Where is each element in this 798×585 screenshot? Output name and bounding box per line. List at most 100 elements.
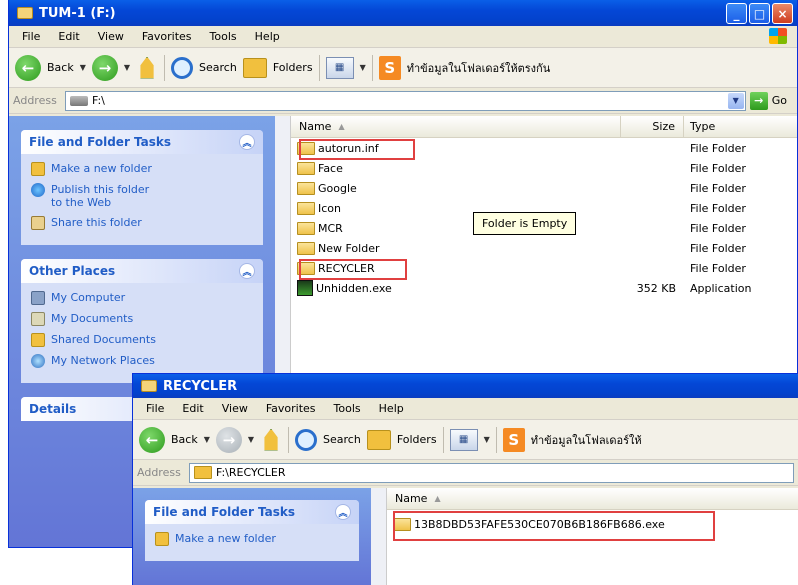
folder-empty-tooltip: Folder is Empty xyxy=(473,212,577,235)
separator xyxy=(442,426,444,453)
panel-header[interactable]: File and Folder Tasks ︽ xyxy=(21,130,263,154)
views-icon[interactable]: ▦ xyxy=(449,428,478,451)
views-dropdown-icon[interactable]: ▼ xyxy=(360,63,366,72)
other-places-panel: Other Places ︽ My Computer My Documents S… xyxy=(21,259,263,383)
folders-icon[interactable] xyxy=(366,429,391,450)
close-button[interactable]: × xyxy=(772,3,793,24)
task-make-new-folder[interactable]: Make a new folder xyxy=(31,162,255,176)
forward-dropdown-icon[interactable]: ▼ xyxy=(248,435,254,444)
menu-view[interactable]: View xyxy=(213,402,257,415)
menu-view[interactable]: View xyxy=(89,30,133,43)
file-name: New Folder xyxy=(318,241,380,255)
back-button[interactable]: Back xyxy=(47,61,74,74)
place-label: My Documents xyxy=(51,312,134,325)
sync-folder-button[interactable]: ทำข้อมูลในโฟลเดอร์ให้ตรงกัน xyxy=(407,59,551,77)
views-dropdown-icon[interactable]: ▼ xyxy=(484,435,490,444)
menu-help[interactable]: Help xyxy=(370,402,413,415)
task-publish-web[interactable]: Publish this folder to the Web xyxy=(31,183,255,209)
task-label: Publish this folder to the Web xyxy=(51,183,150,209)
task-label: Make a new folder xyxy=(175,532,276,545)
search-button[interactable]: Search xyxy=(199,61,237,74)
back-arrow-icon[interactable]: ← xyxy=(139,426,165,453)
column-name[interactable]: Name ▲ xyxy=(291,116,621,137)
place-my-network[interactable]: My Network Places xyxy=(31,354,255,368)
title-bar[interactable]: TUM-1 (F:) _ □ × xyxy=(9,0,797,26)
up-folder-icon[interactable] xyxy=(140,56,154,79)
folder-icon xyxy=(141,380,157,392)
title-bar[interactable]: RECYCLER xyxy=(133,374,798,398)
file-list: Name ▲ 13B8DBD53FAFE530CE070B6B186FB686.… xyxy=(387,488,798,585)
address-dropdown-icon[interactable]: ▼ xyxy=(727,92,744,109)
go-button[interactable]: Go xyxy=(772,94,787,107)
file-row[interactable]: RECYCLER File Folder xyxy=(291,258,797,278)
file-folder-tasks-panel: File and Folder Tasks ︽ Make a new folder xyxy=(145,500,359,561)
file-row[interactable]: Unhidden.exe 352 KB Application xyxy=(291,278,797,298)
folders-button[interactable]: Folders xyxy=(397,433,437,446)
column-size[interactable]: Size xyxy=(621,116,684,137)
address-field[interactable]: F:\ ▼ xyxy=(65,90,746,111)
back-dropdown-icon[interactable]: ▼ xyxy=(204,435,210,444)
new-folder-icon xyxy=(31,162,45,176)
menu-favorites[interactable]: Favorites xyxy=(257,402,325,415)
menu-edit[interactable]: Edit xyxy=(173,402,212,415)
column-headers: Name ▲ Size Type xyxy=(291,116,797,138)
place-label: My Network Places xyxy=(51,354,155,367)
menu-bar: File Edit View Favorites Tools Help xyxy=(9,26,797,48)
search-button[interactable]: Search xyxy=(323,433,361,446)
forward-dropdown-icon[interactable]: ▼ xyxy=(124,63,130,72)
panel-header[interactable]: Other Places ︽ xyxy=(21,259,263,283)
file-type: Application xyxy=(690,281,752,295)
file-name: RECYCLER xyxy=(318,261,375,275)
place-my-documents[interactable]: My Documents xyxy=(31,312,255,326)
window-content: File and Folder Tasks ︽ Make a new folder… xyxy=(133,488,798,585)
address-bar: Address F:\RECYCLER xyxy=(133,460,798,486)
task-make-new-folder[interactable]: Make a new folder xyxy=(155,532,351,546)
file-row[interactable]: New Folder File Folder xyxy=(291,238,797,258)
address-field[interactable]: F:\RECYCLER xyxy=(189,462,794,483)
menu-help[interactable]: Help xyxy=(246,30,289,43)
task-share-folder[interactable]: Share this folder xyxy=(31,216,255,230)
folder-icon xyxy=(297,161,315,175)
sync-folder-button[interactable]: ทำข้อมูลในโฟลเดอร์ให้ xyxy=(531,431,642,449)
search-icon[interactable] xyxy=(295,428,318,451)
column-name[interactable]: Name ▲ xyxy=(387,488,717,509)
collapse-chevron-icon[interactable]: ︽ xyxy=(239,134,255,150)
pane-divider xyxy=(371,488,387,585)
forward-arrow-icon[interactable]: → xyxy=(215,426,242,453)
separator xyxy=(288,426,290,453)
menu-file[interactable]: File xyxy=(13,30,49,43)
address-label: Address xyxy=(13,94,57,107)
place-my-computer[interactable]: My Computer xyxy=(31,291,255,305)
collapse-chevron-icon[interactable]: ︽ xyxy=(239,263,255,279)
views-icon[interactable]: ▦ xyxy=(325,56,354,79)
back-button[interactable]: Back xyxy=(171,433,198,446)
sync-s-icon[interactable]: S xyxy=(378,55,401,80)
place-shared-documents[interactable]: Shared Documents xyxy=(31,333,255,347)
menu-file[interactable]: File xyxy=(137,402,173,415)
menu-tools[interactable]: Tools xyxy=(325,402,370,415)
up-folder-icon[interactable] xyxy=(264,428,278,451)
collapse-chevron-icon[interactable]: ︽ xyxy=(335,504,351,520)
file-row[interactable]: autorun.inf File Folder xyxy=(291,138,797,158)
search-icon[interactable] xyxy=(171,56,194,79)
file-row[interactable]: Face File Folder xyxy=(291,158,797,178)
forward-arrow-icon[interactable]: → xyxy=(91,54,118,81)
go-arrow-icon[interactable]: → xyxy=(749,91,768,110)
file-row[interactable]: 13B8DBD53FAFE530CE070B6B186FB686.exe xyxy=(387,514,798,534)
folder-icon xyxy=(393,517,411,531)
folders-button[interactable]: Folders xyxy=(273,61,313,74)
file-row[interactable]: Google File Folder xyxy=(291,178,797,198)
menu-favorites[interactable]: Favorites xyxy=(133,30,201,43)
maximize-button[interactable]: □ xyxy=(749,3,770,24)
separator xyxy=(495,426,497,453)
folders-icon[interactable] xyxy=(242,57,267,78)
panel-header[interactable]: File and Folder Tasks ︽ xyxy=(145,500,359,524)
drive-icon xyxy=(17,7,33,19)
back-dropdown-icon[interactable]: ▼ xyxy=(80,63,86,72)
minimize-button[interactable]: _ xyxy=(726,3,747,24)
menu-tools[interactable]: Tools xyxy=(201,30,246,43)
column-type[interactable]: Type xyxy=(684,120,715,133)
back-arrow-icon[interactable]: ← xyxy=(15,54,41,81)
menu-edit[interactable]: Edit xyxy=(49,30,88,43)
sync-s-icon[interactable]: S xyxy=(502,427,525,452)
